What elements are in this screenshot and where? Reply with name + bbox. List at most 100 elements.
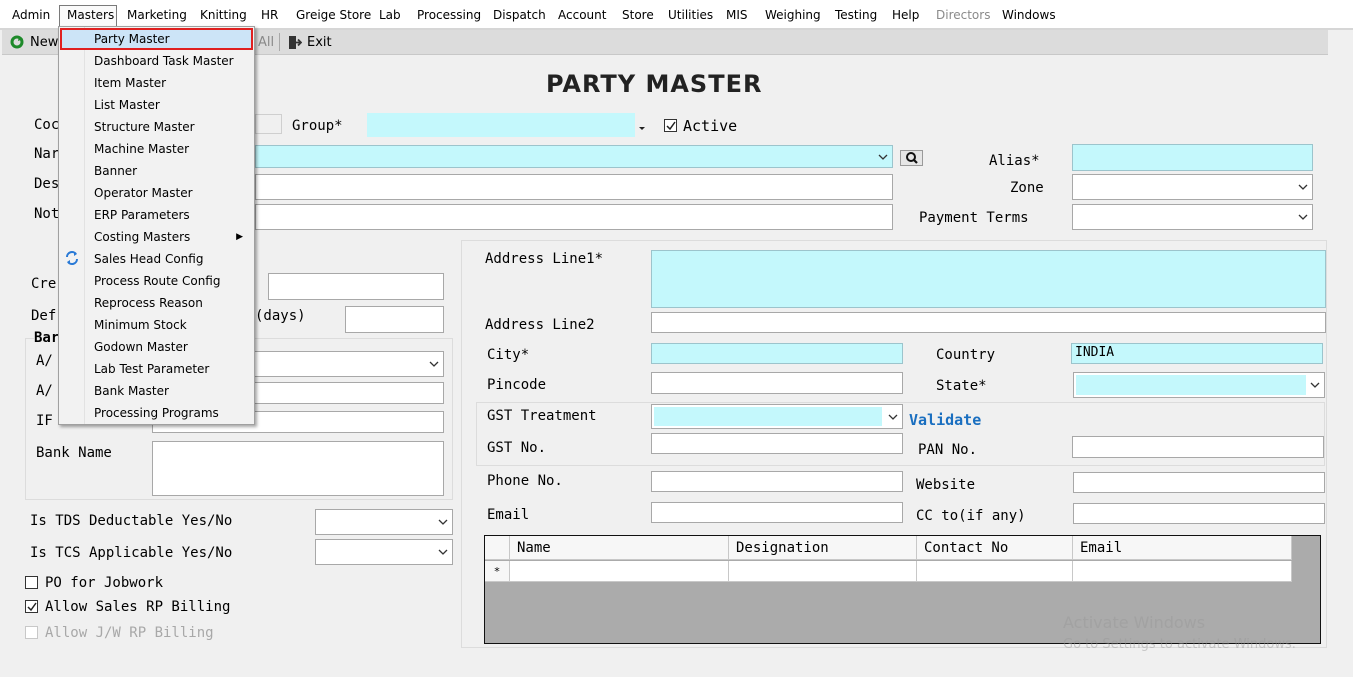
- new-button[interactable]: New: [30, 35, 58, 50]
- menu-admin[interactable]: Admin: [12, 7, 50, 23]
- menu-hr[interactable]: HR: [261, 7, 278, 23]
- grid-cell-name[interactable]: [510, 561, 729, 582]
- email-field[interactable]: [651, 502, 903, 523]
- payment-terms-select[interactable]: [1072, 204, 1313, 230]
- group-dropdown-arrow-icon[interactable]: [638, 121, 646, 135]
- menu-item-party-master[interactable]: Party Master: [60, 28, 253, 50]
- chevron-down-icon: [1310, 380, 1320, 390]
- menu-processing[interactable]: Processing: [417, 7, 481, 23]
- menu-item-reprocess-reason[interactable]: Reprocess Reason: [60, 292, 253, 314]
- menu-mis[interactable]: MIS: [726, 7, 748, 23]
- menu-item-erp-parameters[interactable]: ERP Parameters: [60, 204, 253, 226]
- validate-link[interactable]: Validate: [909, 412, 981, 428]
- po-jobwork-checkbox[interactable]: [25, 576, 38, 589]
- menu-item-item-master[interactable]: Item Master: [60, 72, 253, 94]
- menu-store[interactable]: Store: [622, 7, 654, 23]
- menu-item-lab-test-parameter[interactable]: Lab Test Parameter: [60, 358, 253, 380]
- allow-jw-rp-label: Allow J/W RP Billing: [45, 625, 214, 641]
- notes-field[interactable]: [255, 204, 893, 230]
- state-label: State*: [936, 378, 987, 394]
- name-select[interactable]: [255, 145, 893, 168]
- grid-cell-designation[interactable]: [729, 561, 917, 582]
- cc-label: CC to(if any): [916, 508, 1026, 524]
- menu-testing[interactable]: Testing: [835, 7, 877, 23]
- search-icon: [905, 152, 919, 167]
- gst-no-field[interactable]: [651, 433, 903, 454]
- alias-field[interactable]: [1072, 144, 1313, 171]
- code-field[interactable]: [255, 114, 282, 134]
- chevron-down-icon: [878, 152, 888, 162]
- menu-item-banner[interactable]: Banner: [60, 160, 253, 182]
- address-line2-label: Address Line2: [485, 317, 595, 333]
- menu-dispatch[interactable]: Dispatch: [493, 7, 546, 23]
- menu-item-bank-master[interactable]: Bank Master: [60, 380, 253, 402]
- bank-name-field[interactable]: [152, 441, 444, 496]
- menu-marketing[interactable]: Marketing: [127, 7, 187, 23]
- group-select[interactable]: [367, 113, 635, 137]
- grid-header-name[interactable]: Name: [510, 536, 729, 560]
- phone-field[interactable]: [651, 471, 903, 492]
- address-line2-field[interactable]: [651, 312, 1326, 333]
- menu-lab[interactable]: Lab: [379, 7, 401, 23]
- payment-terms-label: Payment Terms: [919, 210, 1029, 226]
- menu-item-sales-head-config[interactable]: Sales Head Config: [60, 248, 253, 270]
- credit-field[interactable]: [268, 273, 444, 300]
- allow-sales-rp-checkbox[interactable]: [25, 600, 38, 613]
- state-select-fill: [1076, 375, 1306, 395]
- menu-knitting[interactable]: Knitting: [200, 7, 247, 23]
- menu-item-list-master[interactable]: List Master: [60, 94, 253, 116]
- default-days-field[interactable]: [345, 306, 444, 333]
- exit-button[interactable]: Exit: [307, 35, 332, 50]
- menu-utilities[interactable]: Utilities: [668, 7, 713, 23]
- tcs-select[interactable]: [315, 539, 453, 565]
- tds-select[interactable]: [315, 509, 453, 535]
- menu-item-godown-master[interactable]: Godown Master: [60, 336, 253, 358]
- address-line1-field[interactable]: [651, 250, 1326, 308]
- chevron-down-icon: [888, 412, 898, 422]
- menu-item-dashboard-task-master[interactable]: Dashboard Task Master: [60, 50, 253, 72]
- days-label: (days): [255, 308, 306, 324]
- active-checkbox[interactable]: [664, 119, 677, 132]
- menu-account[interactable]: Account: [558, 7, 606, 23]
- menu-item-costing-masters[interactable]: Costing Masters ▶: [60, 226, 253, 248]
- alias-label: Alias*: [989, 153, 1040, 169]
- city-field[interactable]: [651, 343, 903, 364]
- allow-jw-rp-checkbox[interactable]: [25, 626, 38, 639]
- menu-masters[interactable]: Masters: [59, 5, 117, 27]
- name-label: Nar: [34, 146, 60, 162]
- menu-item-minimum-stock[interactable]: Minimum Stock: [60, 314, 253, 336]
- zone-select[interactable]: [1072, 174, 1313, 200]
- menu-greige-store[interactable]: Greige Store: [296, 7, 371, 23]
- sync-icon: [65, 251, 79, 268]
- search-button[interactable]: [900, 150, 923, 166]
- menu-item-process-route-config[interactable]: Process Route Config: [60, 270, 253, 292]
- country-value: INDIA: [1075, 345, 1115, 360]
- phone-label: Phone No.: [487, 473, 563, 489]
- menu-directors[interactable]: Directors: [936, 7, 990, 23]
- menu-item-machine-master[interactable]: Machine Master: [60, 138, 253, 160]
- menu-help[interactable]: Help: [892, 7, 919, 23]
- refresh-icon: [10, 35, 24, 52]
- pan-no-field[interactable]: [1072, 436, 1324, 458]
- menu-item-operator-master[interactable]: Operator Master: [60, 182, 253, 204]
- grid-cell-contact-no[interactable]: [917, 561, 1073, 582]
- account-no-label: A/: [36, 353, 53, 369]
- grid-header-designation[interactable]: Designation: [729, 536, 917, 560]
- active-label: Active: [683, 117, 738, 135]
- website-field[interactable]: [1073, 472, 1325, 493]
- country-field[interactable]: INDIA: [1071, 343, 1323, 364]
- menu-weighing[interactable]: Weighing: [765, 7, 821, 23]
- grid-cell-email[interactable]: [1073, 561, 1292, 582]
- gst-treatment-select[interactable]: [651, 404, 903, 429]
- state-select[interactable]: [1073, 372, 1325, 398]
- all-button[interactable]: All: [258, 35, 274, 50]
- menu-masters-label: Masters: [67, 8, 115, 22]
- menu-item-processing-programs[interactable]: Processing Programs: [60, 402, 253, 424]
- grid-header-email[interactable]: Email: [1073, 536, 1292, 560]
- menu-item-structure-master[interactable]: Structure Master: [60, 116, 253, 138]
- cc-field[interactable]: [1073, 503, 1325, 524]
- description-field[interactable]: [255, 174, 893, 200]
- pincode-field[interactable]: [651, 372, 903, 394]
- menu-windows[interactable]: Windows: [1002, 7, 1056, 23]
- grid-header-contact-no[interactable]: Contact No: [917, 536, 1073, 560]
